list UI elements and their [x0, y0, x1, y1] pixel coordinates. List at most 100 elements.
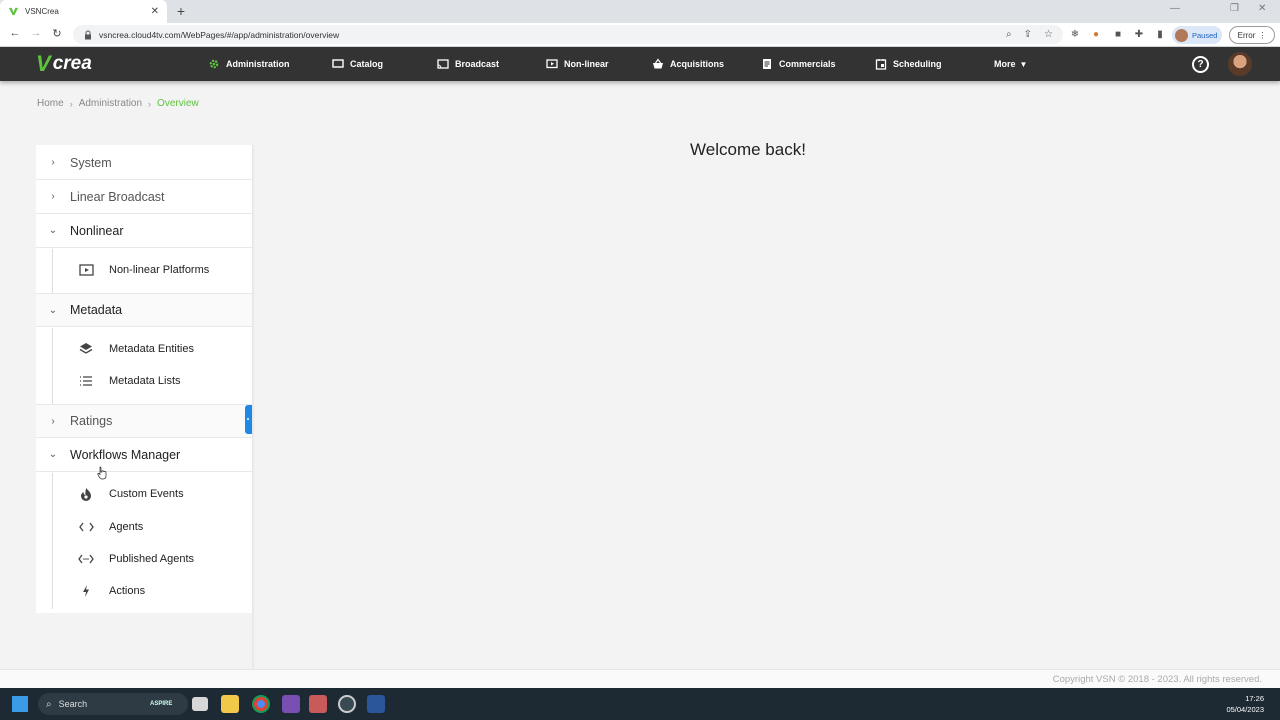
code-dots-icon	[78, 551, 94, 567]
chevron-right-icon: ›	[51, 191, 55, 202]
logo-crea: crea	[52, 53, 92, 74]
word-icon[interactable]	[367, 695, 385, 713]
breadcrumb-administration[interactable]: Administration	[79, 98, 142, 109]
teams-icon[interactable]	[282, 695, 300, 713]
play-screen-icon	[546, 59, 558, 69]
sidebar-collapse-handle[interactable]	[245, 405, 252, 434]
nav-commercials[interactable]: Commercials	[761, 47, 836, 81]
restore-icon[interactable]: ❐	[1230, 3, 1239, 14]
error-button[interactable]: Error ⋮	[1229, 26, 1275, 44]
chrome-icon[interactable]	[252, 695, 270, 713]
nav-scheduling[interactable]: Scheduling	[875, 47, 942, 81]
breadcrumb-home[interactable]: Home	[37, 98, 64, 109]
browser-tab[interactable]: VSNCrea ✕	[0, 0, 167, 23]
basket-icon	[653, 58, 663, 69]
browser-tab-strip: VSNCrea ✕ + ― ❐ ✕	[0, 0, 1280, 23]
nav-label: Acquisitions	[670, 59, 725, 69]
nav-broadcast[interactable]: Broadcast	[437, 47, 499, 81]
search-label: Search	[58, 699, 88, 709]
section-label: Workflows Manager	[70, 447, 181, 462]
item-label: Custom Events	[109, 488, 184, 500]
item-label: Actions	[109, 585, 146, 597]
help-icon[interactable]: ?	[1192, 56, 1209, 73]
bookmark-star-icon[interactable]: ☆	[1044, 29, 1053, 40]
chevron-down-icon: ⌄	[48, 225, 58, 236]
lightning-icon	[78, 583, 94, 599]
copyright-text: Copyright VSN © 2018 - 2023. All rights …	[1052, 674, 1262, 685]
extension-badge-icon[interactable]: ■	[1112, 29, 1124, 41]
search-icon: ⌕	[46, 698, 52, 710]
sidebar-item-metadata-entities[interactable]: Metadata Entities	[36, 333, 252, 365]
page-footer: Copyright VSN © 2018 - 2023. All rights …	[0, 669, 1280, 688]
nav-label: Broadcast	[455, 59, 500, 69]
crea-logo[interactable]: V crea	[36, 51, 92, 76]
document-icon	[763, 59, 771, 69]
windows-start-icon[interactable]	[12, 696, 28, 712]
lock-icon	[85, 30, 91, 39]
sidebar-section-linear-broadcast[interactable]: › Linear Broadcast	[36, 180, 252, 214]
nav-more[interactable]: More ▼	[994, 47, 1027, 81]
calendar-icon	[875, 59, 887, 70]
sidebar-section-nonlinear[interactable]: ⌄ Nonlinear	[36, 214, 252, 248]
taskbar-clock[interactable]: 17:26 05/04/2023	[1226, 693, 1264, 715]
snipping-tool-icon[interactable]	[309, 695, 327, 713]
sidebar-item-custom-events[interactable]: Custom Events	[36, 478, 252, 510]
file-explorer-icon[interactable]	[221, 695, 239, 713]
side-panel-icon[interactable]: ▮	[1154, 29, 1166, 41]
sidebar-item-published-agents[interactable]: Published Agents	[36, 543, 252, 575]
chevron-right-icon: ›	[51, 415, 55, 427]
puzzle-extensions-icon[interactable]: ✚	[1133, 29, 1145, 41]
share-icon[interactable]: ⇪	[1024, 29, 1032, 40]
monitor-icon	[332, 59, 344, 68]
sidebar-item-metadata-lists[interactable]: Metadata Lists	[36, 365, 252, 397]
nav-label: Non-linear	[564, 59, 609, 69]
profile-status: Paused	[1192, 30, 1218, 40]
breadcrumb: Home › Administration › Overview	[37, 98, 199, 109]
nav-label: Catalog	[350, 59, 384, 69]
chevron-right-icon: ›	[148, 98, 152, 109]
nav-catalog[interactable]: Catalog	[332, 47, 383, 81]
item-label: Metadata Entities	[109, 343, 194, 355]
reload-icon[interactable]: ↻	[49, 27, 65, 40]
chevron-right-icon: ›	[51, 157, 55, 168]
section-label: System	[70, 155, 112, 170]
vsn-favicon-icon	[8, 7, 19, 16]
new-tab-button[interactable]: +	[173, 3, 189, 19]
forward-icon[interactable]: →	[28, 27, 44, 39]
nav-label: Administration	[226, 59, 290, 69]
item-label: Agents	[109, 521, 144, 533]
sidebar-section-ratings[interactable]: › Ratings	[36, 404, 252, 438]
profile-button[interactable]: Paused	[1172, 26, 1222, 44]
nav-non-linear[interactable]: Non-linear	[546, 47, 609, 81]
caret-down-icon: ▼	[1019, 59, 1028, 69]
sidebar-item-agents[interactable]: Agents	[36, 511, 252, 543]
sidebar-section-system[interactable]: › System	[36, 146, 252, 180]
back-icon[interactable]: ←	[7, 27, 23, 39]
obs-icon[interactable]	[338, 695, 356, 713]
cookie-extension-icon[interactable]: ●	[1090, 29, 1102, 41]
address-bar[interactable]: vsncrea.cloud4tv.com/WebPages/#/app/admi…	[73, 25, 1063, 44]
nav-administration[interactable]: Administration	[208, 47, 290, 81]
nav-acquisitions[interactable]: Acquisitions	[652, 47, 724, 81]
flame-icon	[78, 486, 94, 502]
taskbar-search[interactable]: ⌕ Search ASPIRE	[38, 693, 188, 715]
user-avatar[interactable]	[1228, 52, 1252, 76]
close-window-icon[interactable]: ✕	[1258, 3, 1266, 14]
layers-icon	[78, 341, 94, 357]
tab-close-icon[interactable]: ✕	[151, 6, 159, 17]
code-icon	[78, 519, 94, 535]
sidebar-item-non-linear-platforms[interactable]: Non-linear Platforms	[36, 254, 252, 286]
zoom-icon[interactable]: ⌕	[1006, 29, 1012, 40]
section-label: Ratings	[70, 414, 113, 428]
browser-toolbar: ← → ↻ vsncrea.cloud4tv.com/WebPages/#/ap…	[0, 23, 1280, 47]
section-label: Metadata	[70, 303, 123, 317]
sidebar-section-workflows-manager[interactable]: ⌄ Workflows Manager	[36, 438, 252, 472]
logo-v: V	[36, 51, 51, 76]
task-view-icon[interactable]	[192, 697, 208, 711]
section-label: Linear Broadcast	[70, 189, 165, 204]
minimize-icon[interactable]: ―	[1170, 3, 1180, 14]
sidebar-shadow	[252, 145, 255, 670]
snowflake-extension-icon[interactable]: ❄	[1069, 29, 1081, 41]
sidebar-item-actions[interactable]: Actions	[36, 575, 252, 607]
sidebar-section-metadata[interactable]: ⌄ Metadata	[36, 293, 252, 327]
